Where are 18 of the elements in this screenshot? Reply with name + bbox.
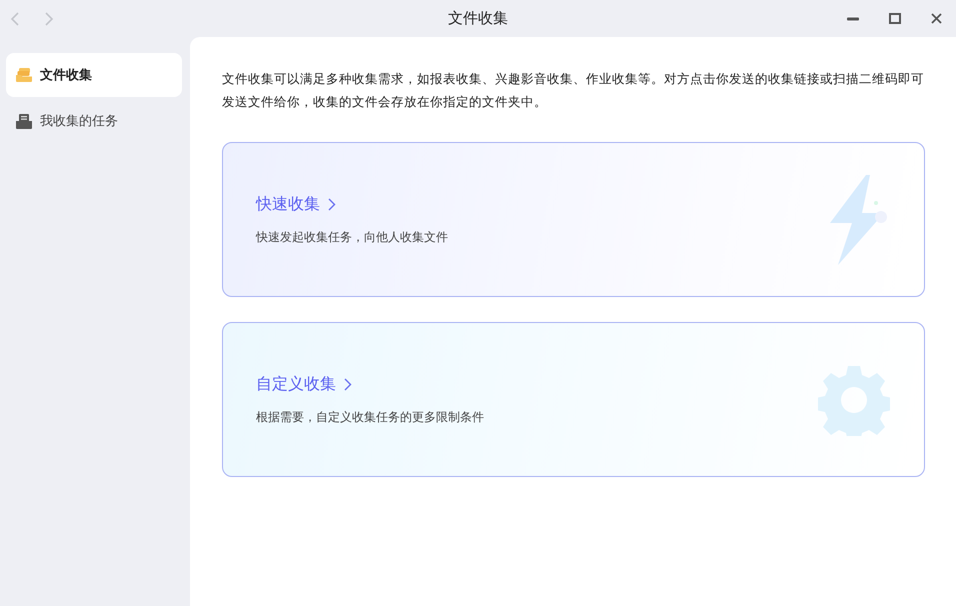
card-description: 根据需要，自定义收集任务的更多限制条件	[256, 408, 485, 426]
chevron-icon	[344, 378, 352, 390]
collection-card[interactable]: 自定义收集 根据需要，自定义收集任务的更多限制条件	[222, 322, 925, 477]
close-icon[interactable]	[931, 13, 942, 24]
chevron-icon	[328, 198, 336, 210]
tray-icon	[16, 114, 32, 128]
window-title: 文件收集	[448, 9, 508, 28]
card-description: 快速发起收集任务，向他人收集文件	[256, 228, 449, 246]
sidebar-item[interactable]: 文件收集	[6, 53, 182, 97]
gear-icon	[818, 364, 890, 436]
sidebar-item[interactable]: 我收集的任务	[6, 99, 182, 143]
minimize-icon[interactable]	[847, 16, 859, 20]
maximize-icon[interactable]	[889, 13, 901, 24]
card-title: 快速收集	[256, 194, 320, 214]
folders-icon	[16, 68, 32, 82]
collection-card[interactable]: 快速收集 快速发起收集任务，向他人收集文件	[222, 142, 925, 297]
card-title: 自定义收集	[256, 374, 336, 394]
intro-text: 文件收集可以满足多种收集需求，如报表收集、兴趣影音收集、作业收集等。对方点击你发送的收集链接或扫描二维码即可发送文件给你，收集的文件会存放在你指定的文件夹中。	[222, 70, 925, 111]
